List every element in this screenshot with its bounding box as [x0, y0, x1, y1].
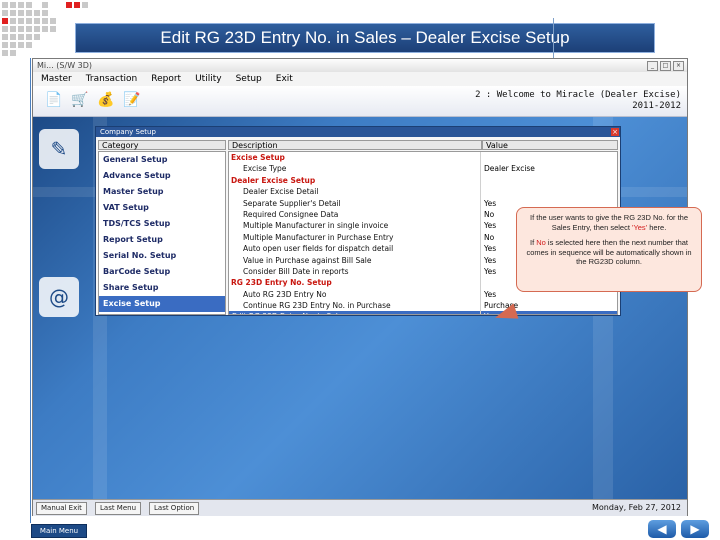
- main-menu-button[interactable]: Main Menu: [31, 524, 87, 538]
- row-description: Multiple Manufacturer in Purchase Entry: [229, 231, 481, 244]
- category-item[interactable]: VAT Setup: [99, 200, 225, 216]
- help-callout: If the user wants to give the RG 23D No.…: [516, 207, 702, 292]
- notebook-icon: ✎: [39, 129, 79, 169]
- row-value[interactable]: Dealer Excise: [481, 163, 617, 174]
- row-description: Excise Type: [229, 163, 481, 175]
- menu-setup[interactable]: Setup: [236, 72, 262, 86]
- category-item[interactable]: Excise Setup: [99, 296, 225, 312]
- row-description: Auto open user fields for dispatch detai…: [229, 243, 481, 255]
- menu-exit[interactable]: Exit: [276, 72, 293, 86]
- menu-utility[interactable]: Utility: [195, 72, 221, 86]
- left-rule: [30, 58, 31, 523]
- document-icon[interactable]: 📄: [45, 92, 62, 108]
- grid-row[interactable]: Continue RG 23D Entry No. in Purchase Pur…: [229, 300, 617, 312]
- row-description: Value in Purchase against Bill Sale: [229, 254, 481, 266]
- row-description: Multiple Manufacturer in single invoice: [229, 220, 481, 232]
- category-item[interactable]: Serial No. Setup: [99, 248, 225, 264]
- row-description: Consider Bill Date in reports: [229, 265, 481, 278]
- previous-arrow-icon[interactable]: ◀: [648, 520, 676, 538]
- welcome-line: 2 : Welcome to Miracle (Dealer Excise): [475, 90, 681, 100]
- grid-row[interactable]: Excise Type Dealer Excise: [229, 163, 617, 175]
- note-icon[interactable]: 📝: [123, 92, 140, 108]
- row-description: Edit RG 23D Entry No. in Sales: [229, 311, 481, 314]
- grid-row[interactable]: Edit RG 23D Entry No. in SalesYes: [229, 311, 617, 314]
- menu-report[interactable]: Report: [151, 72, 181, 86]
- welcome-banner: 2 : Welcome to Miracle (Dealer Excise) 2…: [475, 90, 681, 112]
- next-arrow-icon[interactable]: ▶: [681, 520, 709, 538]
- callout-text-yes: If the user wants to give the RG 23D No.…: [530, 213, 688, 232]
- title-divider: [553, 18, 554, 58]
- window-title: Mi... (S/W 3D): [37, 61, 93, 70]
- category-item[interactable]: Master Setup: [99, 184, 225, 200]
- cart-icon[interactable]: 🛒: [71, 92, 88, 108]
- row-description: Required Consignee Data: [229, 208, 481, 221]
- status-date: Monday, Feb 27, 2012: [592, 503, 681, 512]
- menu-transaction[interactable]: Transaction: [86, 72, 138, 86]
- close-icon[interactable]: ×: [611, 128, 619, 136]
- category-item[interactable]: Advance Setup: [99, 168, 225, 184]
- close-icon[interactable]: ×: [673, 61, 684, 71]
- row-value: [481, 175, 617, 186]
- menu-bar: Master Transaction Report Utility Setup …: [33, 72, 687, 86]
- money-bag-icon[interactable]: 💰: [97, 92, 114, 108]
- row-description: Continue RG 23D Entry No. in Purchase: [229, 300, 481, 312]
- last-menu-button[interactable]: Last Menu: [95, 502, 142, 515]
- category-header: Category: [98, 140, 226, 150]
- row-description: Dealer Excise Detail: [229, 186, 481, 198]
- category-item[interactable]: Share Setup: [99, 280, 225, 296]
- category-item[interactable]: TDS/TCS Setup: [99, 216, 225, 232]
- category-item[interactable]: General Setup: [99, 152, 225, 168]
- row-description: Excise Setup: [229, 152, 481, 164]
- category-list: General Setup Advance Setup Master Setup VA…: [98, 151, 226, 315]
- grid-section-heading: Dealer Excise Setup: [229, 174, 617, 187]
- slide-title: Edit RG 23D Entry No. in Sales – Dealer …: [75, 23, 655, 53]
- category-item[interactable]: Report Setup: [99, 232, 225, 248]
- row-description: Separate Supplier's Detail: [229, 197, 481, 209]
- maximize-icon[interactable]: □: [660, 61, 671, 71]
- manual-exit-button[interactable]: Manual Exit: [36, 502, 87, 515]
- callout-text-no: If No is selected here then the next num…: [526, 238, 692, 267]
- menu-master[interactable]: Master: [41, 72, 72, 86]
- last-option-button[interactable]: Last Option: [149, 502, 200, 515]
- value-header: Value: [482, 140, 618, 150]
- category-item[interactable]: BarCode Setup: [99, 264, 225, 280]
- row-value[interactable]: [481, 186, 617, 197]
- grid-section-heading: Excise Setup: [229, 152, 617, 164]
- toolbar: 📄 🛒 💰 📝 2 : Welcome to Miracle (Dealer E…: [33, 86, 687, 117]
- window-controls: _ □ ×: [647, 61, 684, 71]
- row-description: RG 23D Entry No. Setup: [229, 277, 481, 289]
- row-description: Auto RG 23D Entry No: [229, 288, 481, 301]
- window-title-bar: Mi... (S/W 3D) _ □ ×: [33, 59, 687, 72]
- row-value: [481, 152, 617, 163]
- status-bar: Manual Exit Last Menu Last Option Monday…: [33, 499, 687, 516]
- description-header: Description: [228, 140, 482, 150]
- grid-row[interactable]: Dealer Excise Detail: [229, 186, 617, 198]
- year-line: 2011-2012: [632, 101, 681, 111]
- minimize-icon[interactable]: _: [647, 61, 658, 71]
- dialog-title: Company Setup: [96, 127, 620, 137]
- email-icon: @: [39, 277, 79, 317]
- row-description: Dealer Excise Setup: [229, 174, 481, 187]
